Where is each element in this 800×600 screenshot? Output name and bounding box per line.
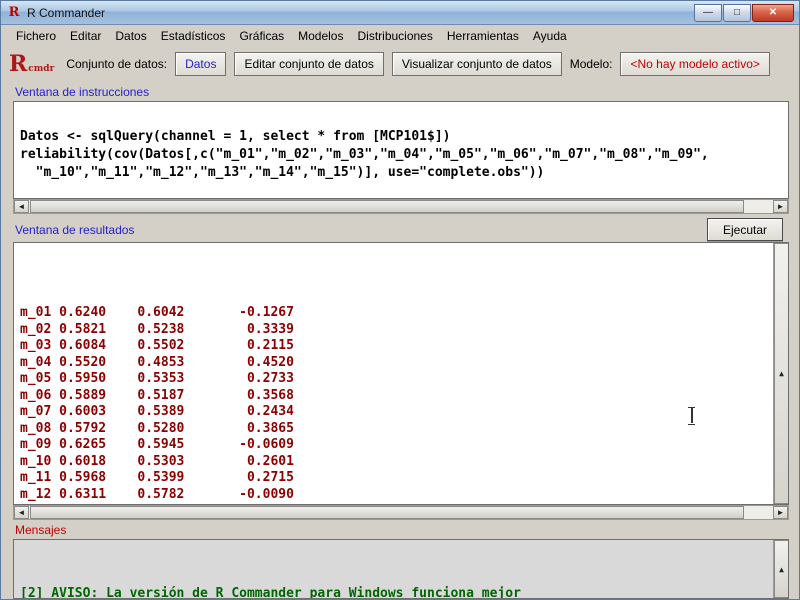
script-line: reliability(cov(Datos[,c("m_01","m_02","… xyxy=(20,146,788,164)
view-dataset-button[interactable]: Visualizar conjunto de datos xyxy=(392,52,562,76)
script-window-label: Ventana de instrucciones xyxy=(15,85,149,99)
text-cursor-icon xyxy=(687,407,696,423)
scroll-right-icon[interactable]: ► xyxy=(773,506,788,519)
window-title: R Commander xyxy=(27,6,105,20)
app-icon: R xyxy=(6,5,22,21)
title-bar[interactable]: R R Commander — □ ✕ xyxy=(1,1,799,25)
toolbar: R cmdr Conjunto de datos: Datos Editar c… xyxy=(1,47,799,81)
menu-item-fichero[interactable]: Fichero xyxy=(9,27,63,45)
results-window-label: Ventana de resultados xyxy=(15,223,134,237)
output-row: m_08 0.5792 0.5280 0.3865 xyxy=(20,421,788,438)
edit-dataset-button[interactable]: Editar conjunto de datos xyxy=(234,52,383,76)
menu-item-ayuda[interactable]: Ayuda xyxy=(526,27,574,45)
maximize-button[interactable]: □ xyxy=(723,4,751,22)
window-controls: — □ ✕ xyxy=(693,4,794,22)
menu-item-datos[interactable]: Datos xyxy=(108,27,153,45)
output-row: m_02 0.5821 0.5238 0.3339 xyxy=(20,322,788,339)
output-row: m_12 0.6311 0.5782 -0.0090 xyxy=(20,487,788,504)
model-label: Modelo: xyxy=(570,57,613,71)
active-model-button[interactable]: <No hay modelo activo> xyxy=(620,52,769,76)
scroll-left-icon[interactable]: ◄ xyxy=(14,200,29,213)
scroll-up-icon[interactable]: ▲ xyxy=(774,540,789,598)
minimize-button[interactable]: — xyxy=(694,4,722,22)
output-row: m_04 0.5520 0.4853 0.4520 xyxy=(20,355,788,372)
script-scroll-thumb[interactable] xyxy=(30,200,744,213)
rcmdr-logo-icon: R cmdr xyxy=(9,54,54,74)
output-row: m_07 0.6003 0.5389 0.2434 xyxy=(20,404,788,421)
output-row: m_10 0.6018 0.5303 0.2601 xyxy=(20,454,788,471)
output-row: m_11 0.5968 0.5399 0.2715 xyxy=(20,470,788,487)
message-line: [2] AVISO: La versión de R Commander par… xyxy=(20,586,788,599)
script-scroll-track[interactable] xyxy=(29,200,773,213)
output-text[interactable]: ▲ ▼ m_01 0.6240 0.6042 -0.1267m_02 0.582… xyxy=(13,242,789,505)
scroll-right-icon[interactable]: ► xyxy=(773,200,788,213)
scroll-up-icon[interactable]: ▲ xyxy=(774,243,789,504)
messages-text[interactable]: ▲ [2] AVISO: La versión de R Commander p… xyxy=(13,539,789,599)
output-row: m_09 0.6265 0.5945 -0.0609 xyxy=(20,437,788,454)
output-row: m_01 0.6240 0.6042 -0.1267 xyxy=(20,305,788,322)
menu-item-graficas[interactable]: Gráficas xyxy=(232,27,291,45)
menu-item-distribuciones[interactable]: Distribuciones xyxy=(350,27,439,45)
messages-vertical-scrollbar[interactable]: ▲ xyxy=(773,540,788,598)
scroll-left-icon[interactable]: ◄ xyxy=(14,506,29,519)
script-line: "m_10","m_11","m_12","m_13","m_14","m_15… xyxy=(20,164,788,182)
menu-item-editar[interactable]: Editar xyxy=(63,27,108,45)
output-row: m_03 0.6084 0.5502 0.2115 xyxy=(20,338,788,355)
output-row: m_05 0.5950 0.5353 0.2733 xyxy=(20,371,788,388)
menu-item-estadisticos[interactable]: Estadísticos xyxy=(154,27,233,45)
output-hscroll-track[interactable] xyxy=(29,506,773,519)
menu-item-modelos[interactable]: Modelos xyxy=(291,27,350,45)
script-horizontal-scrollbar[interactable]: ◄ ► xyxy=(13,199,789,214)
output-horizontal-scrollbar[interactable]: ◄ ► xyxy=(13,505,789,520)
script-text[interactable]: Datos <- sqlQuery(channel = 1, select * … xyxy=(13,101,789,199)
script-line: Datos <- sqlQuery(channel = 1, select * … xyxy=(20,128,788,146)
output-row: m_06 0.5889 0.5187 0.3568 xyxy=(20,388,788,405)
output-vertical-scrollbar[interactable]: ▲ ▼ xyxy=(773,243,788,504)
r-commander-window: R R Commander — □ ✕ FicheroEditarDatosEs… xyxy=(0,0,800,600)
menu-item-herramientas[interactable]: Herramientas xyxy=(440,27,526,45)
output-hscroll-thumb[interactable] xyxy=(30,506,744,519)
close-button[interactable]: ✕ xyxy=(752,4,794,22)
active-dataset-button[interactable]: Datos xyxy=(175,52,226,76)
menu-bar: FicheroEditarDatosEstadísticosGráficasMo… xyxy=(1,25,799,47)
messages-window-label: Mensajes xyxy=(15,523,66,537)
dataset-label: Conjunto de datos: xyxy=(66,57,167,71)
execute-button[interactable]: Ejecutar xyxy=(707,218,783,241)
